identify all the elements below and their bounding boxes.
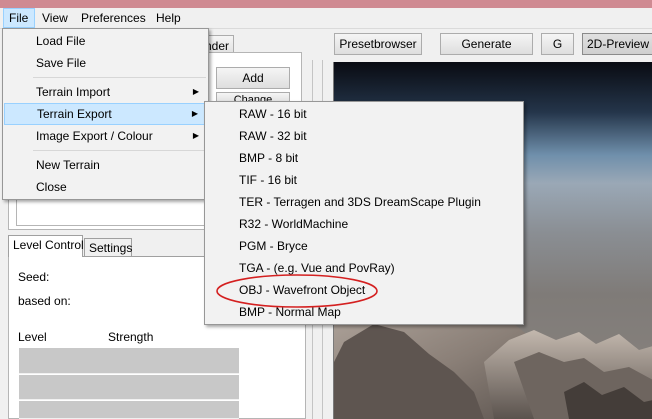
menu-item-label: RAW - 32 bit (239, 129, 307, 143)
level-slider-row[interactable] (19, 348, 239, 374)
add-button[interactable]: Add (216, 67, 290, 89)
tab-level-control[interactable]: Level Control (8, 235, 84, 257)
menu-item-label: Load File (36, 34, 86, 48)
menu-item-new-terrain[interactable]: New Terrain (4, 154, 207, 176)
menu-help[interactable]: Help (151, 8, 186, 28)
seed-label: Seed: (18, 270, 50, 284)
menu-item-label: Image Export / Colour (36, 129, 153, 143)
based-on-label: based on: (18, 294, 71, 308)
tab-settings[interactable]: Settings (84, 238, 132, 258)
export-tif-16[interactable]: TIF - 16 bit (206, 169, 522, 191)
presetbrowser-button[interactable]: Presetbrowser (334, 33, 422, 55)
menu-item-label: New Terrain (36, 158, 100, 172)
menu-item-label: Terrain Import (36, 85, 111, 99)
menu-item-save-file[interactable]: Save File (4, 52, 207, 74)
export-raw-32[interactable]: RAW - 32 bit (206, 125, 522, 147)
menu-item-label: Save File (36, 56, 87, 70)
menu-item-label: Close (36, 180, 67, 194)
submenu-arrow-icon: ▶ (191, 109, 198, 118)
g-button[interactable]: G (541, 33, 574, 55)
menu-item-label: PGM - Bryce (239, 239, 308, 253)
menu-file[interactable]: File (3, 8, 35, 28)
menu-item-label: RAW - 16 bit (239, 107, 307, 121)
menu-item-label: TIF - 16 bit (239, 173, 298, 187)
export-ter[interactable]: TER - Terragen and 3DS DreamScape Plugin (206, 191, 522, 213)
submenu-arrow-icon: ▶ (192, 131, 199, 140)
menu-view[interactable]: View (37, 8, 73, 28)
export-r32[interactable]: R32 - WorldMachine (206, 213, 522, 235)
menu-item-load-file[interactable]: Load File (4, 30, 207, 52)
generate-button[interactable]: Generate (440, 33, 533, 55)
menu-item-image-export-colour[interactable]: Image Export / Colour ▶ (4, 125, 207, 147)
window-frame-top (0, 0, 652, 8)
level-column-header: Level (18, 330, 47, 344)
export-raw-16[interactable]: RAW - 16 bit (206, 103, 522, 125)
level-slider-row[interactable] (19, 375, 239, 400)
menu-item-label: TER - Terragen and 3DS DreamScape Plugin (239, 195, 481, 209)
annotation-circle (216, 274, 378, 308)
menu-item-close[interactable]: Close (4, 176, 207, 198)
menubar: File View Preferences Help (0, 8, 652, 29)
menu-separator (33, 150, 206, 151)
preview-2d-button[interactable]: 2D-Preview (582, 33, 652, 55)
menu-item-label: R32 - WorldMachine (239, 217, 349, 231)
file-menu-dropdown: Load File Save File Terrain Import ▶ Ter… (2, 28, 209, 200)
export-pgm[interactable]: PGM - Bryce (206, 235, 522, 257)
export-bmp-8[interactable]: BMP - 8 bit (206, 147, 522, 169)
menu-item-label: BMP - 8 bit (239, 151, 299, 165)
level-slider-row[interactable] (19, 401, 239, 419)
menu-item-terrain-export[interactable]: Terrain Export ▶ (4, 103, 207, 125)
submenu-arrow-icon: ▶ (192, 87, 199, 96)
menu-item-terrain-import[interactable]: Terrain Import ▶ (4, 81, 207, 103)
strength-column-header: Strength (108, 330, 154, 344)
menu-item-label: Terrain Export (37, 107, 112, 121)
menu-preferences[interactable]: Preferences (76, 8, 151, 28)
menu-separator (33, 77, 206, 78)
